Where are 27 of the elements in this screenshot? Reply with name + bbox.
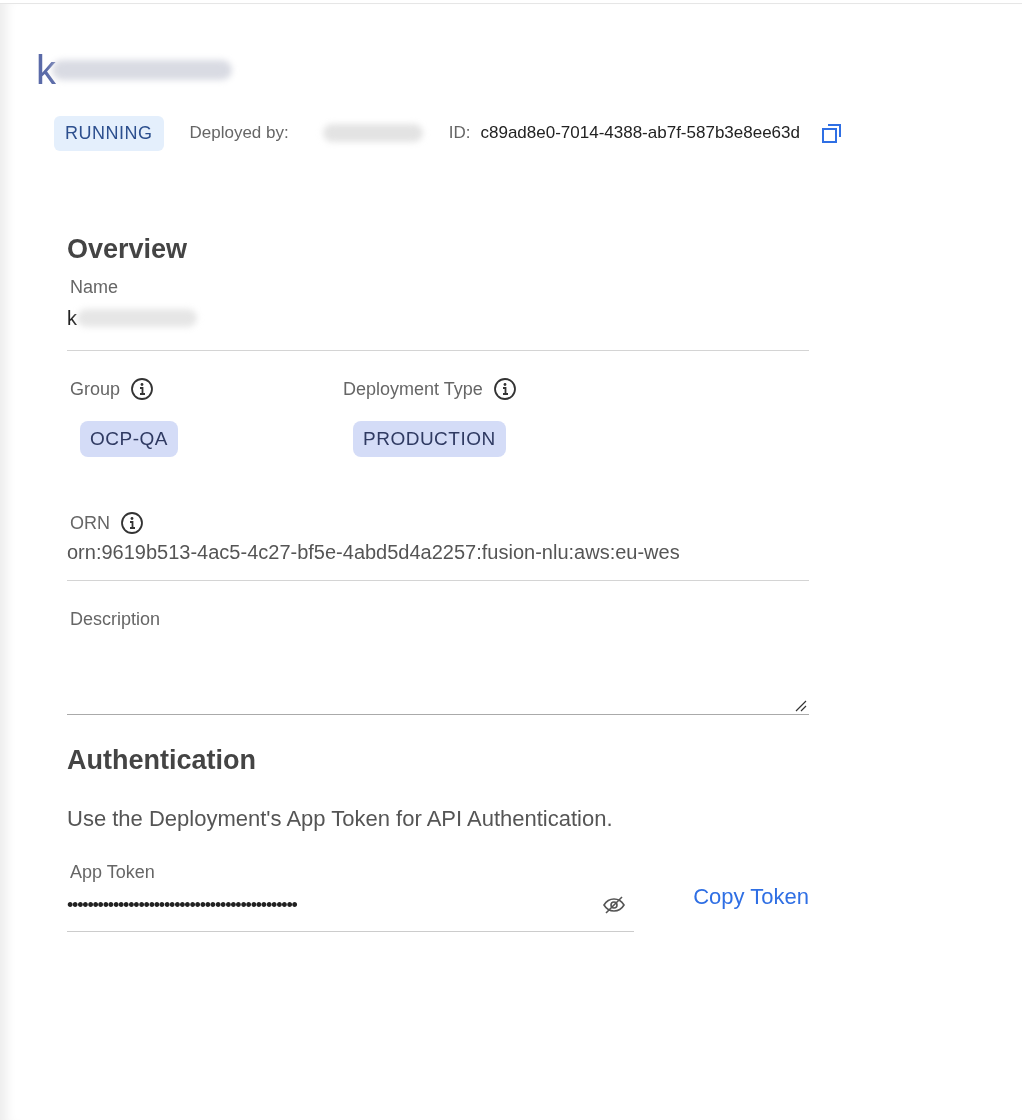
copy-icon[interactable]	[820, 121, 844, 145]
token-field[interactable]: App Token •••••••••••••••••••••••••••••••••••••••••••••	[67, 862, 634, 932]
field-label: Group	[70, 378, 121, 400]
description-field[interactable]: Description	[67, 581, 809, 715]
token-value: •••••••••••••••••••••••••••••••••••••••••••••	[67, 894, 297, 916]
field-label: Name	[70, 277, 119, 298]
status-badge: RUNNING	[54, 115, 164, 151]
info-icon[interactable]	[492, 377, 517, 401]
id-label: ID:	[448, 123, 471, 143]
tag: PRODUCTION	[353, 421, 506, 457]
description-text: Use the Deployment's App Token for API Authentication.	[67, 806, 614, 832]
deployed-by-label: Deployed by:	[189, 123, 289, 143]
copy-token-link[interactable]: Copy Token	[693, 884, 809, 910]
resize-handle-icon[interactable]	[795, 700, 807, 712]
deployment-title: k	[36, 47, 56, 93]
orn-value: orn:9619b513-4ac5-4c27-bf5e-4abd5d4a2257:fusion-nlu:aws:eu-wes	[67, 541, 681, 564]
info-icon[interactable]	[120, 511, 144, 535]
field-label: App Token	[70, 862, 156, 883]
id-value: c89ad8e0-7014-4388-ab7f-587b3e8ee63d	[480, 123, 800, 143]
section-heading: Authentication	[67, 745, 257, 776]
section-heading: Overview	[67, 234, 189, 265]
field-label: Description	[70, 609, 162, 630]
tag: OCP-QA	[80, 421, 178, 457]
name-value: k	[67, 306, 77, 330]
field-label: Deployment Type	[343, 378, 483, 400]
info-icon[interactable]	[130, 377, 155, 401]
field-label: ORN	[70, 512, 110, 534]
